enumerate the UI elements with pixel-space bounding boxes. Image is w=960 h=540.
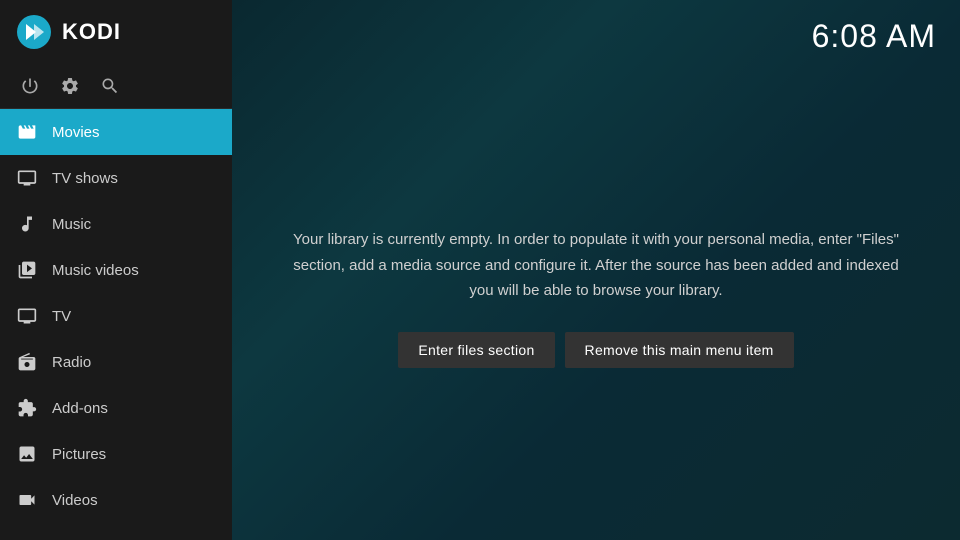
kodi-logo-icon <box>16 14 52 50</box>
time-display: 6:08 AM <box>812 18 936 55</box>
sidebar-item-movies-label: Movies <box>52 124 100 141</box>
sidebar-item-pictures[interactable]: Pictures <box>0 431 232 477</box>
sidebar-top-icons <box>0 64 232 109</box>
sidebar: KODI Movies TV shows <box>0 0 232 540</box>
music-videos-icon <box>16 259 38 281</box>
sidebar-item-add-ons-label: Add-ons <box>52 400 108 417</box>
music-icon <box>16 213 38 235</box>
remove-menu-item-button[interactable]: Remove this main menu item <box>565 332 794 368</box>
sidebar-item-videos-label: Videos <box>52 492 98 509</box>
sidebar-item-radio-label: Radio <box>52 354 91 371</box>
radio-icon <box>16 351 38 373</box>
sidebar-item-videos[interactable]: Videos <box>0 477 232 523</box>
app-title: KODI <box>62 19 121 45</box>
main-content: 6:08 AM Your library is currently empty.… <box>232 0 960 540</box>
settings-icon[interactable] <box>60 76 80 96</box>
content-area: Your library is currently empty. In orde… <box>232 55 960 540</box>
sidebar-item-tv-label: TV <box>52 308 71 325</box>
action-buttons: Enter files section Remove this main men… <box>398 332 793 368</box>
sidebar-item-tv-shows[interactable]: TV shows <box>0 155 232 201</box>
power-icon[interactable] <box>20 76 40 96</box>
sidebar-item-radio[interactable]: Radio <box>0 339 232 385</box>
search-icon[interactable] <box>100 76 120 96</box>
library-message: Your library is currently empty. In orde… <box>292 227 900 304</box>
addons-icon <box>16 397 38 419</box>
enter-files-button[interactable]: Enter files section <box>398 332 554 368</box>
sidebar-header: KODI <box>0 0 232 64</box>
sidebar-item-tv[interactable]: TV <box>0 293 232 339</box>
sidebar-item-movies[interactable]: Movies <box>0 109 232 155</box>
videos-icon <box>16 489 38 511</box>
sidebar-item-add-ons[interactable]: Add-ons <box>0 385 232 431</box>
nav-items: Movies TV shows Music Music videos <box>0 109 232 540</box>
sidebar-item-tv-shows-label: TV shows <box>52 170 118 187</box>
pictures-icon <box>16 443 38 465</box>
sidebar-item-music[interactable]: Music <box>0 201 232 247</box>
sidebar-item-pictures-label: Pictures <box>52 446 106 463</box>
sidebar-item-music-label: Music <box>52 216 91 233</box>
movies-icon <box>16 121 38 143</box>
tv-icon <box>16 305 38 327</box>
tv-shows-icon <box>16 167 38 189</box>
sidebar-item-music-videos[interactable]: Music videos <box>0 247 232 293</box>
top-bar: 6:08 AM <box>232 0 960 55</box>
sidebar-item-music-videos-label: Music videos <box>52 262 139 279</box>
